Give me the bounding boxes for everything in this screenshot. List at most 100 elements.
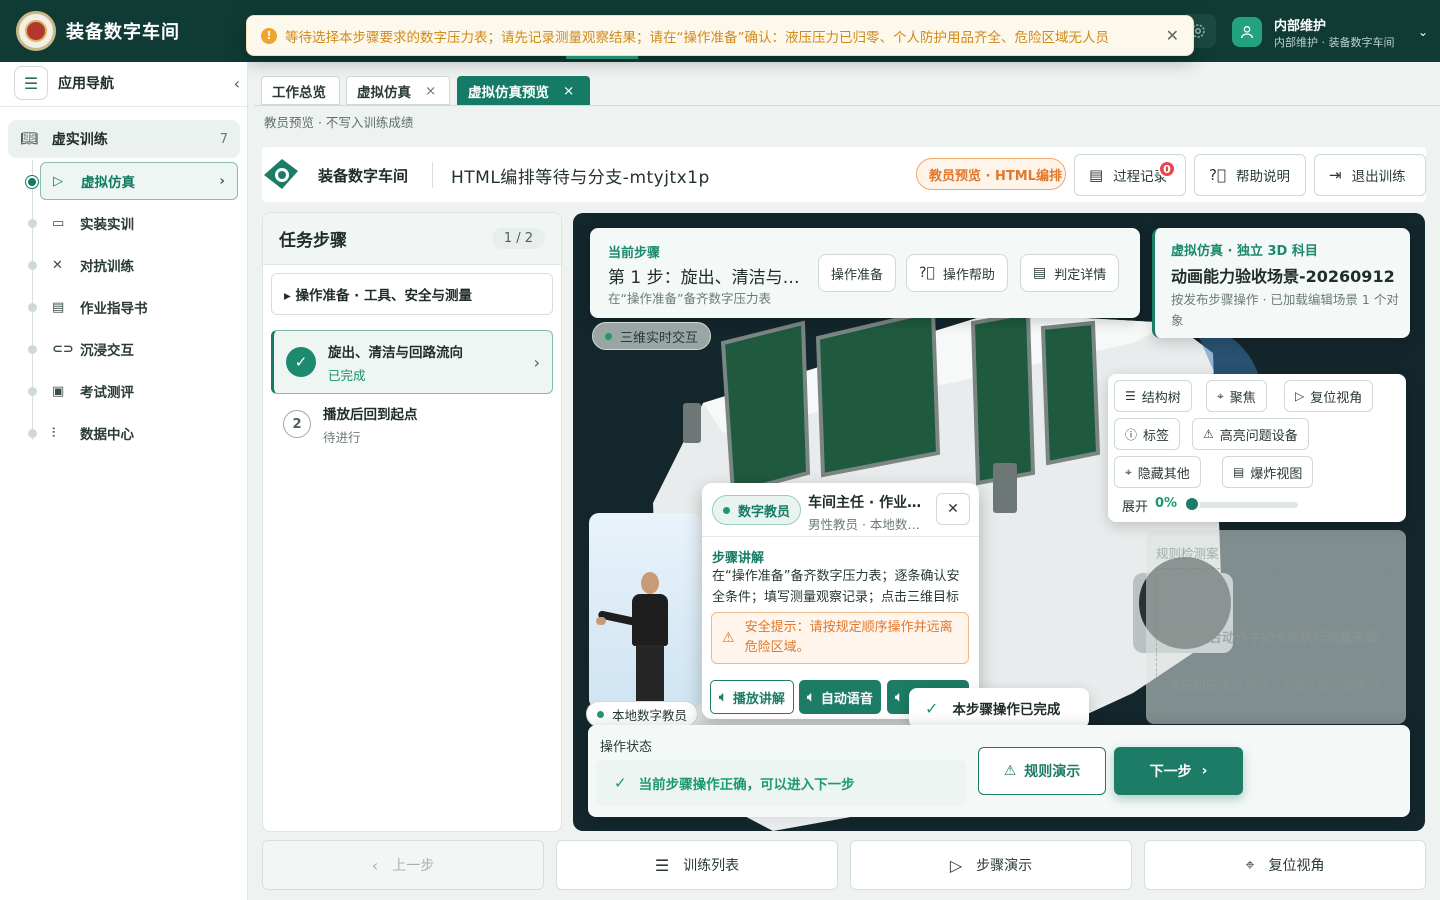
scene-info-title: 动画能力验收场景-20260912 xyxy=(1171,267,1395,286)
book-icon: 📖︎ xyxy=(20,131,38,147)
vr-headset-icon: ⊂⊃ xyxy=(52,341,74,357)
menu-icon[interactable]: ☰ xyxy=(14,66,48,100)
warning-icon: ⚠ xyxy=(1003,763,1017,779)
button-label: 标签 xyxy=(1143,428,1170,444)
step-item-2[interactable]: 2 播放后回到起点 待进行 xyxy=(283,402,553,446)
warning-icon: ! xyxy=(261,27,277,44)
button-label: 结构树 xyxy=(1141,390,1181,406)
button-label: 下一步 xyxy=(1149,764,1192,780)
expand-slider-knob[interactable] xyxy=(1184,496,1200,512)
help-button[interactable]: ?⃝ 帮助说明 xyxy=(1194,154,1306,196)
explode-view-button[interactable]: ▤ 爆炸视图 xyxy=(1222,456,1314,488)
divider xyxy=(702,536,979,537)
document-icon: ▤ xyxy=(52,299,65,315)
record-icon: ▤ xyxy=(1089,166,1104,184)
button-label: 步骤演示 xyxy=(976,858,1033,874)
speaker-icon: 🔈︎ xyxy=(895,689,903,705)
focus-button[interactable]: ⌖ 聚焦 xyxy=(1206,380,1267,412)
sidebar-item-virtual-sim[interactable]: ▷ 虚拟仿真 › xyxy=(40,162,238,200)
crosshair-icon: ⌖ xyxy=(1245,855,1255,874)
live-3d-badge: 三维实时交互 xyxy=(592,322,712,350)
tab-label: 工作总览 xyxy=(272,84,326,101)
exit-training-button[interactable]: ⇥ 退出训练 xyxy=(1314,154,1426,196)
badge-label: 三维实时交互 xyxy=(620,330,699,346)
step-title: 旋出、清洁与回路流向 xyxy=(328,344,463,361)
judge-detail-button[interactable]: ▤ 判定详情 xyxy=(1020,254,1120,292)
button-label: 帮助说明 xyxy=(1235,169,1290,185)
play-explain-button[interactable]: 🔈︎ 播放讲解 xyxy=(710,680,794,714)
scene-info-subtitle: 按发布步骤操作 · 已加载编辑场景 1 个对象 xyxy=(1171,292,1399,328)
play-circle-icon: ▷ xyxy=(949,855,963,875)
hide-others-button[interactable]: ⌖ 隐藏其他 xyxy=(1114,456,1201,488)
local-teacher-badge: 本地数字教员 xyxy=(586,701,699,727)
list-icon: ☰ xyxy=(654,855,670,875)
step-item-1[interactable]: ✓ 旋出、清洁与回路流向 已完成 › xyxy=(271,330,553,394)
operation-status-label: 操作状态 xyxy=(600,740,653,755)
tab-overview[interactable]: 工作总览 xyxy=(261,76,340,105)
explain-text: 在“操作准备”备齐数字压力表；逐条确认安全条件；填写测量观察记录；点击三维目标完… xyxy=(712,569,960,605)
prev-step-button[interactable]: ‹ 上一步 xyxy=(262,840,544,890)
steps-header: 任务步骤 1 / 2 xyxy=(263,213,561,265)
user-menu[interactable]: 内部维护 内部维护 · 装备数字车间 ⌄ xyxy=(1232,14,1428,50)
question-icon: ?⃝ xyxy=(1209,166,1226,184)
sidebar-item-confrontation[interactable]: ✕ 对抗训练 xyxy=(40,246,238,284)
operation-prep-button[interactable]: 操作准备 xyxy=(818,254,897,292)
sidebar-item-exam[interactable]: ▣ 考试测评 xyxy=(40,372,238,410)
chevron-left-icon: ‹ xyxy=(371,855,379,875)
next-step-button[interactable]: 下一步 › xyxy=(1114,747,1243,795)
sidebar-item-real-training[interactable]: ▭ 实装实训 xyxy=(40,204,238,242)
group-count: 7 xyxy=(219,131,228,147)
tab-virtual-sim-preview[interactable]: 虚拟仿真预览 × xyxy=(457,76,590,105)
auto-voice-button[interactable]: 🔈︎ 自动语音 xyxy=(799,680,881,714)
reset-view-button[interactable]: ▷ 复位视角 xyxy=(1284,380,1374,412)
teacher-figure xyxy=(641,572,659,594)
sidebar-item-label: 数据中心 xyxy=(80,427,134,443)
highlight-issue-button[interactable]: ⚠ 高亮问题设备 xyxy=(1192,418,1309,450)
scene-info-label: 虚拟仿真 · 独立 3D 科目 xyxy=(1171,244,1318,259)
button-label: 聚焦 xyxy=(1229,390,1256,406)
check-icon: ✓ xyxy=(614,774,627,792)
toast-close-icon[interactable]: ✕ xyxy=(1166,26,1179,45)
rule-detection-label: 规则检测案 xyxy=(1156,546,1219,561)
button-label: 上一步 xyxy=(392,858,435,874)
status-dot xyxy=(605,332,612,340)
document-icon: ▤ xyxy=(1233,465,1245,479)
workshop-logo-icon xyxy=(262,157,300,191)
sidebar-item-guide[interactable]: ▤ 作业指导书 xyxy=(40,288,238,326)
measurement-target-title: 点击组合动作牛奶卡车执行测量采集 xyxy=(1169,631,1378,646)
sidebar-item-immersive[interactable]: ⊂⊃ 沉浸交互 xyxy=(40,330,238,368)
expand-label: 展开 xyxy=(1122,500,1149,515)
current-step-label: 当前步骤 xyxy=(608,246,661,261)
collapse-chevron-icon[interactable]: ‹ xyxy=(234,74,240,93)
user-avatar-icon xyxy=(1232,17,1262,47)
close-icon[interactable]: ✕ xyxy=(936,493,970,525)
divider xyxy=(0,106,248,107)
status-text: 当前步骤操作正确，可以进入下一步 xyxy=(638,777,855,793)
rule-demo-button[interactable]: ⚠ 规则演示 xyxy=(978,747,1106,795)
button-label: 训练列表 xyxy=(683,858,740,874)
sidebar-item-data-center[interactable]: ⫶ 数据中心 xyxy=(40,414,238,452)
tab-close-icon[interactable]: × xyxy=(563,83,574,99)
tab-close-icon[interactable]: × xyxy=(425,83,436,99)
operation-help-button[interactable]: ?⃝ 操作帮助 xyxy=(906,254,1008,292)
sidebar-header: ☰ 应用导航 ‹ xyxy=(14,66,240,100)
structure-tree-button[interactable]: ☰ 结构树 xyxy=(1114,380,1192,412)
tab-label: 虚拟仿真预览 xyxy=(468,84,549,101)
sidebar-group-virtual-real[interactable]: 📖︎ 虚实训练 7 xyxy=(8,120,240,158)
button-label: 复位视角 xyxy=(1310,390,1363,406)
sidebar-item-label: 对抗训练 xyxy=(80,259,134,275)
user-name: 内部维护 xyxy=(1274,18,1327,34)
preview-mode-badge: 教员预览 · HTML编排 xyxy=(916,158,1066,190)
user-subtitle: 内部维护 · 装备数字车间 xyxy=(1274,35,1395,49)
step-status: 已完成 xyxy=(328,367,366,383)
tab-virtual-sim[interactable]: 虚拟仿真 × xyxy=(346,76,450,105)
tag-button[interactable]: ⓘ 标签 xyxy=(1114,418,1181,450)
expand-slider-track[interactable] xyxy=(1188,502,1298,508)
step-demo-button[interactable]: ▷ 步骤演示 xyxy=(850,840,1132,890)
reset-view-bottom-button[interactable]: ⌖ 复位视角 xyxy=(1144,840,1426,890)
prep-section-toggle[interactable]: ▸ 操作准备 · 工具、安全与测量 xyxy=(271,273,553,315)
button-label: 操作帮助 xyxy=(942,267,995,283)
warning-toast: ! 等待选择本步骤要求的数字压力表；请先记录测量观察结果；请在“操作准备”确认：… xyxy=(246,15,1194,56)
step-complete-toast: ✓ 本步骤操作已完成 xyxy=(909,688,1089,728)
training-list-button[interactable]: ☰ 训练列表 xyxy=(556,840,838,890)
